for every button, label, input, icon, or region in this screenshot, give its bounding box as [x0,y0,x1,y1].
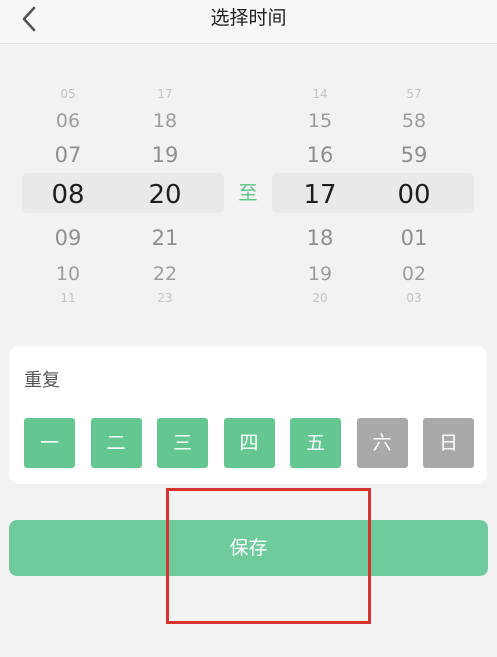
end-minute-option[interactable]: 02 [366,260,462,289]
end-hour-option[interactable]: 14 [272,83,368,105]
start-hour-option[interactable]: 05 [20,83,116,105]
end-minute-option[interactable]: 03 [366,287,462,309]
end-hour-option[interactable]: 18 [272,223,368,254]
end-hour-wheel[interactable]: 14 15 16 17 18 19 20 [272,78,368,310]
start-minute-option[interactable]: 21 [117,223,213,254]
start-hour-option[interactable]: 07 [20,140,116,171]
start-hour-option[interactable]: 08 [20,177,116,213]
start-hour-option[interactable]: 06 [20,107,116,136]
end-minute-option[interactable]: 01 [366,223,462,254]
repeat-card: 重复 一二三四五六日 [9,346,487,484]
time-range-picker: 05 06 07 08 09 10 11 17 18 19 20 21 22 23 至 14 15 16 17… [0,78,497,310]
page-title: 选择时间 [210,7,287,29]
weekday-toggle[interactable]: 二 [90,418,142,468]
weekday-toggle[interactable]: 四 [223,418,275,468]
end-hour-option[interactable]: 16 [272,140,368,171]
start-hour-option[interactable]: 11 [20,287,116,309]
header-bar: 选择时间 [0,0,497,44]
start-minute-option[interactable]: 19 [117,140,213,171]
end-hour-option[interactable]: 19 [272,260,368,289]
weekday-selector: 一二三四五六日 [24,418,474,468]
end-minute-option[interactable]: 57 [366,83,462,105]
start-minute-option[interactable]: 18 [117,107,213,136]
end-minute-option[interactable]: 00 [366,177,462,213]
weekday-toggle[interactable]: 一 [24,418,75,468]
end-hour-option[interactable]: 15 [272,107,368,136]
start-minute-option[interactable]: 22 [117,260,213,289]
start-hour-option[interactable]: 10 [20,260,116,289]
end-hour-option[interactable]: 20 [272,287,368,309]
weekday-toggle[interactable]: 五 [290,418,341,468]
repeat-label: 重复 [24,370,60,391]
start-minute-wheel[interactable]: 17 18 19 20 21 22 23 [117,78,213,310]
start-minute-option[interactable]: 17 [117,83,213,105]
end-minute-option[interactable]: 58 [366,107,462,136]
highlight-annotation-box [166,488,371,624]
end-minute-wheel[interactable]: 57 58 59 00 01 02 03 [366,78,462,310]
start-hour-option[interactable]: 09 [20,223,116,254]
weekday-toggle[interactable]: 三 [157,418,208,468]
range-separator: 至 [238,182,258,204]
start-hour-wheel[interactable]: 05 06 07 08 09 10 11 [20,78,116,310]
start-minute-option[interactable]: 20 [117,177,213,213]
start-minute-option[interactable]: 23 [117,287,213,309]
end-hour-option[interactable]: 17 [272,177,368,213]
weekday-toggle[interactable]: 六 [356,418,408,468]
weekday-toggle[interactable]: 日 [423,418,474,468]
end-minute-option[interactable]: 59 [366,140,462,171]
